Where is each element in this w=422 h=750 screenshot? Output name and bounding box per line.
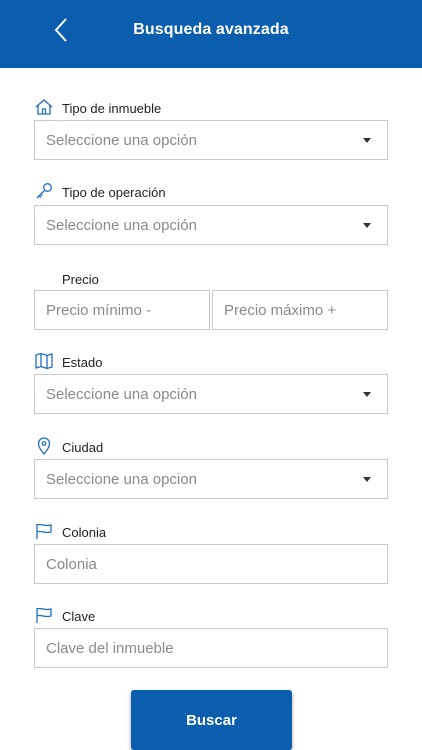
top-app-bar: Busqueda avanzada [0, 0, 422, 68]
precio-maximo-input[interactable] [212, 290, 388, 330]
estado-label-row: Estado [34, 352, 102, 370]
tipo-inmueble-value: Seleccione una opción [46, 131, 197, 149]
colonia-label-row: Colonia [34, 522, 106, 540]
colonia-label: Colonia [62, 525, 107, 540]
estado-value: Seleccione una opción [46, 385, 197, 403]
location-pin-icon [34, 437, 54, 456]
tipo-operacion-select[interactable]: Seleccione una opción [34, 205, 388, 245]
house-icon [34, 98, 54, 116]
flag-icon [34, 606, 54, 624]
clave-input[interactable] [34, 628, 388, 668]
tipo-inmueble-label-row: Tipo de inmueble [34, 98, 161, 116]
tipo-inmueble-select[interactable]: Seleccione una opción [34, 120, 388, 160]
dropdown-arrow-icon [363, 476, 371, 482]
tipo-operacion-label: Tipo de operación [62, 185, 166, 200]
dropdown-arrow-icon [363, 222, 371, 228]
estado-label: Estado [62, 355, 103, 370]
colonia-input[interactable] [34, 544, 388, 584]
precio-label: Precio [62, 272, 99, 287]
estado-select[interactable]: Seleccione una opción [34, 374, 388, 414]
tipo-operacion-value: Seleccione una opción [46, 216, 197, 234]
key-icon [34, 182, 54, 200]
dropdown-arrow-icon [363, 391, 371, 397]
precio-minimo-input[interactable] [34, 290, 210, 330]
buscar-button[interactable]: Buscar [131, 690, 292, 750]
clave-label: Clave [62, 609, 96, 624]
page-title: Busqueda avanzada [133, 21, 289, 38]
ciudad-value: Seleccione una opcion [46, 470, 197, 488]
flag-icon [34, 522, 54, 540]
ciudad-label: Ciudad [62, 440, 104, 455]
ciudad-label-row: Ciudad [34, 437, 104, 456]
ciudad-select[interactable]: Seleccione una opcion [34, 459, 388, 499]
tipo-operacion-label-row: Tipo de operación [34, 182, 166, 200]
tipo-inmueble-label: Tipo de inmueble [62, 101, 162, 116]
clave-label-row: Clave [34, 606, 95, 624]
map-icon [34, 352, 54, 370]
dropdown-arrow-icon [363, 137, 371, 143]
